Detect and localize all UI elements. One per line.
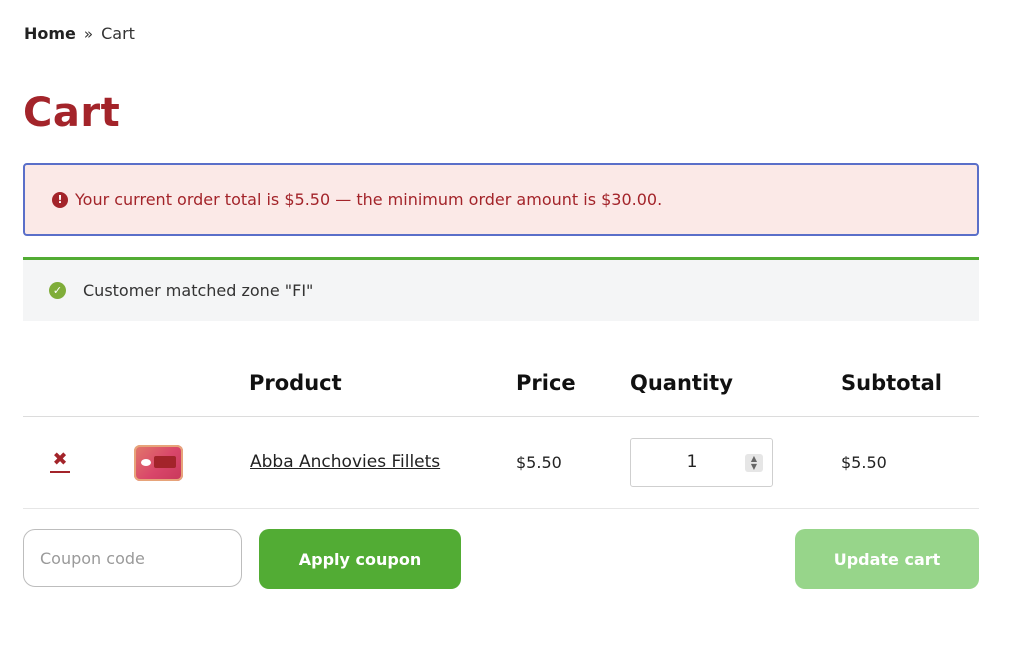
error-notice: ! Your current order total is $5.50 — th… bbox=[23, 163, 979, 236]
cart-table-header: Product Price Quantity Subtotal bbox=[23, 355, 979, 417]
table-row: ✖ Abba Anchovies Fillets $5.50 1 ▲ ▼ $5.5… bbox=[23, 417, 979, 509]
check-circle-icon: ✓ bbox=[49, 282, 66, 299]
breadcrumb-current: Cart bbox=[101, 24, 135, 43]
apply-coupon-button[interactable]: Apply coupon bbox=[259, 529, 461, 589]
remove-x-icon[interactable]: ✖ bbox=[50, 451, 70, 473]
quantity-value[interactable]: 1 bbox=[631, 452, 753, 472]
page-title: Cart bbox=[23, 90, 121, 136]
breadcrumb-separator: » bbox=[83, 24, 93, 43]
quantity-stepper[interactable]: 1 ▲ ▼ bbox=[630, 438, 773, 487]
header-subtotal: Subtotal bbox=[841, 371, 942, 395]
update-cart-button[interactable]: Update cart bbox=[795, 529, 979, 589]
cart-table: Product Price Quantity Subtotal ✖ Abba A… bbox=[23, 355, 979, 509]
info-notice: ✓ Customer matched zone "FI" bbox=[23, 257, 979, 321]
spinner-icon[interactable]: ▲ ▼ bbox=[745, 454, 763, 472]
product-name-link[interactable]: Abba Anchovies Fillets bbox=[250, 452, 440, 472]
info-notice-message: Customer matched zone "FI" bbox=[83, 281, 314, 300]
header-product: Product bbox=[249, 371, 342, 395]
product-subtotal: $5.50 bbox=[841, 453, 887, 472]
breadcrumb-home-link[interactable]: Home bbox=[24, 24, 76, 43]
breadcrumb: Home » Cart bbox=[24, 24, 135, 43]
exclamation-circle-icon: ! bbox=[52, 191, 68, 208]
header-quantity: Quantity bbox=[630, 371, 733, 395]
header-price: Price bbox=[516, 371, 576, 395]
product-thumbnail[interactable] bbox=[134, 445, 183, 481]
error-notice-message: Your current order total is $5.50 — the … bbox=[75, 190, 663, 209]
product-price: $5.50 bbox=[516, 453, 562, 472]
coupon-code-input[interactable] bbox=[23, 529, 242, 587]
